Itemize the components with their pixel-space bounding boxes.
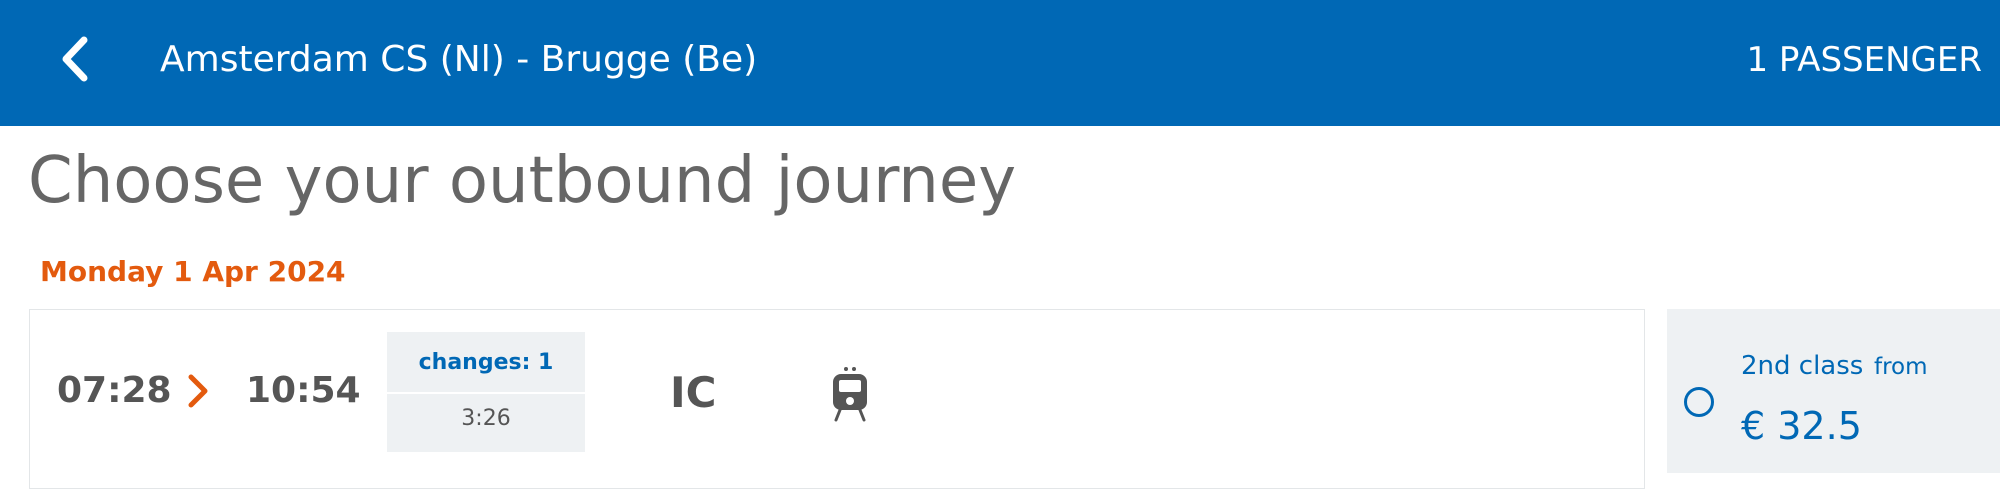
fare-class-label: 2nd class	[1741, 351, 1864, 381]
arrival-time: 10:54	[246, 370, 361, 411]
departure-time: 07:28	[57, 370, 172, 411]
fare-radio-button[interactable]	[1684, 387, 1714, 417]
app-header: Amsterdam CS (Nl) - Brugge (Be) 1 PASSEN…	[0, 0, 2000, 126]
chevron-left-icon	[62, 36, 88, 82]
journey-duration: 3:26	[461, 406, 511, 431]
page-title: Choose your outbound journey	[28, 144, 1017, 218]
train-type: IC	[670, 368, 717, 417]
chevron-right-icon	[188, 374, 208, 408]
route-title: Amsterdam CS (Nl) - Brugge (Be)	[160, 39, 758, 80]
passenger-count-button[interactable]: 1 PASSENGER	[1746, 30, 1982, 90]
changes-divider	[387, 392, 585, 394]
fare-price: € 32.5	[1741, 404, 1862, 448]
back-button[interactable]	[52, 34, 98, 84]
fare-from-label: from	[1874, 354, 1928, 380]
changes-count: changes: 1	[418, 350, 554, 375]
train-icon	[833, 367, 867, 422]
changes-info[interactable]: changes: 1 3:26	[387, 332, 585, 452]
journey-date: Monday 1 Apr 2024	[40, 255, 346, 288]
